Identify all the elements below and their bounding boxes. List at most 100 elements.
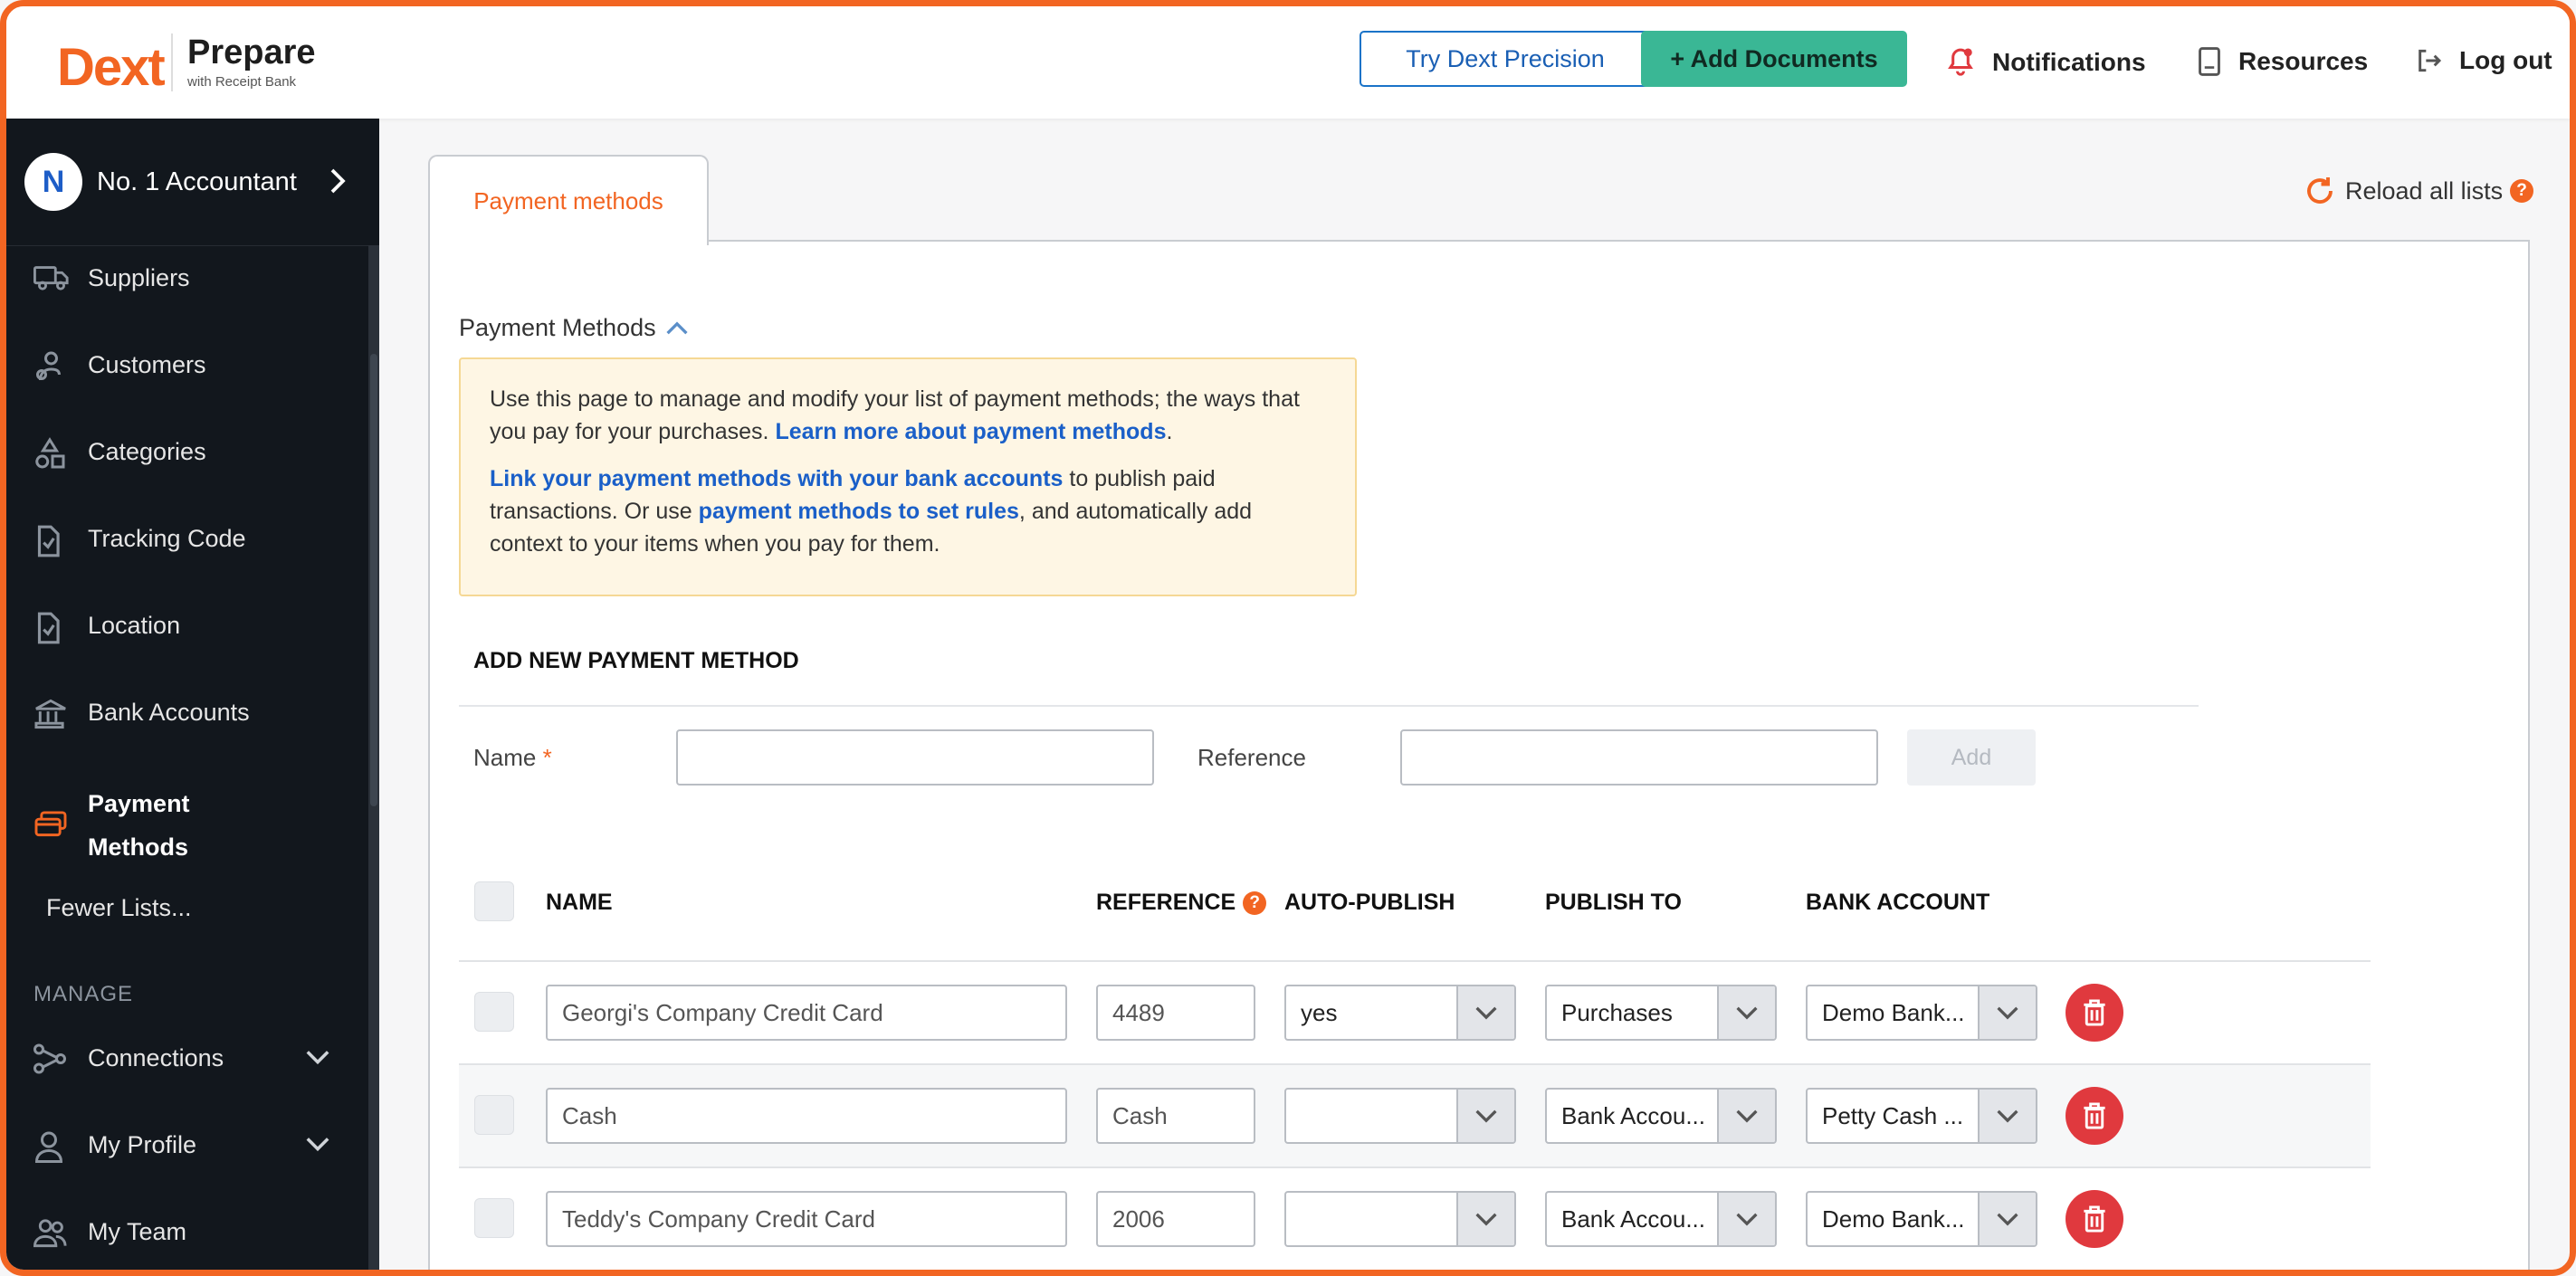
section-title: Payment Methods xyxy=(459,314,656,341)
avatar: N xyxy=(24,153,82,211)
product-tagline: with Receipt Bank xyxy=(187,74,297,90)
sidebar-item-my-profile[interactable]: My Profile xyxy=(6,1118,368,1172)
bank-account-value: Petty Cash ... xyxy=(1822,1101,1964,1129)
column-header-auto-publish[interactable]: AUTO-PUBLISH xyxy=(1284,890,1455,916)
clipboard-check-icon xyxy=(37,612,60,644)
publish-to-select[interactable]: Bank Accou... xyxy=(1545,1191,1777,1247)
add-documents-button[interactable]: + Add Documents xyxy=(1641,31,1907,87)
sidebar-item-categories[interactable]: Categories xyxy=(6,424,368,479)
delete-button[interactable] xyxy=(2066,1190,2123,1248)
resources-link[interactable]: Resources xyxy=(2197,46,2368,77)
logout-link[interactable]: Log out xyxy=(2414,46,2552,75)
chevron-down-icon xyxy=(1997,1109,2018,1123)
sidebar-item-connections[interactable]: Connections xyxy=(6,1031,368,1085)
row-reference-input[interactable]: 4489 xyxy=(1096,985,1255,1041)
sidebar-item-label: Payment Methods xyxy=(88,790,190,861)
logout-label: Log out xyxy=(2459,46,2552,74)
row-name-input[interactable]: Teddy's Company Credit Card xyxy=(546,1191,1067,1247)
info-text: . xyxy=(1166,419,1173,444)
dropdown-toggle[interactable] xyxy=(1717,986,1775,1039)
bank-account-select[interactable]: Petty Cash ... xyxy=(1806,1088,2037,1144)
account-switcher[interactable]: N No. 1 Accountant xyxy=(6,119,368,246)
sidebar-item-payment-methods[interactable]: Payment Methods xyxy=(6,776,368,875)
sidebar-item-my-team[interactable]: My Team xyxy=(6,1205,368,1259)
sidebar-scrollbar[interactable] xyxy=(368,245,379,1270)
try-dext-precision-button[interactable]: Try Dext Precision xyxy=(1360,31,1651,87)
fewer-lists-link[interactable]: Fewer Lists... xyxy=(6,881,368,935)
row-checkbox[interactable] xyxy=(474,992,514,1032)
row-name-input[interactable]: Georgi's Company Credit Card xyxy=(546,985,1067,1041)
sidebar-item-label: Connections xyxy=(88,1043,224,1071)
publish-to-value: Purchases xyxy=(1561,998,1673,1026)
publish-to-select[interactable]: Purchases xyxy=(1545,985,1777,1041)
chevron-right-icon xyxy=(330,168,346,194)
chevron-down-icon xyxy=(306,1138,329,1152)
select-all-checkbox[interactable] xyxy=(474,881,514,921)
sidebar-item-bank-accounts[interactable]: Bank Accounts xyxy=(6,685,368,739)
dropdown-toggle[interactable] xyxy=(1978,986,2036,1039)
dropdown-toggle[interactable] xyxy=(1978,1193,2036,1245)
column-header-bank-account[interactable]: BANK ACCOUNT xyxy=(1806,890,1989,916)
section-toggle[interactable]: Payment Methods xyxy=(459,314,689,342)
row-name-input[interactable]: Cash xyxy=(546,1088,1067,1144)
info-paragraph-1: Use this page to manage and modify your … xyxy=(490,383,1326,448)
sidebar-item-suppliers[interactable]: Suppliers xyxy=(6,251,368,305)
notifications-link[interactable]: Notifications xyxy=(1945,46,2146,79)
help-icon[interactable]: ? xyxy=(2510,179,2534,203)
top-bar: Dext Prepare with Receipt Bank Try Dext … xyxy=(6,6,2570,119)
auto-publish-select[interactable]: yes xyxy=(1284,985,1516,1041)
delete-button[interactable] xyxy=(2066,1087,2123,1145)
column-header-publish-to[interactable]: PUBLISH TO xyxy=(1545,890,1682,916)
column-header-name[interactable]: NAME xyxy=(546,890,613,916)
connections-icon xyxy=(33,1043,66,1074)
row-reference-input[interactable]: 2006 xyxy=(1096,1191,1255,1247)
chevron-down-icon xyxy=(1475,1109,1497,1123)
bank-account-select[interactable]: Demo Bank... xyxy=(1806,985,2037,1041)
reload-all-lists-link[interactable]: Reload all lists ? xyxy=(2304,175,2534,207)
logo-divider xyxy=(171,33,173,91)
customer-icon xyxy=(36,351,61,381)
sidebar-item-tracking-code[interactable]: Tracking Code xyxy=(6,511,368,566)
account-name: No. 1 Accountant xyxy=(97,167,297,196)
fewer-lists-label: Fewer Lists... xyxy=(46,893,192,921)
sidebar-item-label: Categories xyxy=(88,437,206,465)
name-input[interactable] xyxy=(676,729,1154,786)
dropdown-toggle[interactable] xyxy=(1456,986,1514,1039)
publish-to-select[interactable]: Bank Accou... xyxy=(1545,1088,1777,1144)
column-header-reference[interactable]: REFERENCE ? xyxy=(1096,890,1267,916)
dropdown-toggle[interactable] xyxy=(1717,1090,1775,1142)
auto-publish-select[interactable] xyxy=(1284,1191,1516,1247)
bank-account-select[interactable]: Demo Bank... xyxy=(1806,1191,2037,1247)
dropdown-toggle[interactable] xyxy=(1456,1193,1514,1245)
reload-label: Reload all lists xyxy=(2345,176,2504,205)
chevron-down-icon xyxy=(306,1051,329,1065)
dropdown-toggle[interactable] xyxy=(1717,1193,1775,1245)
bell-icon xyxy=(1948,48,1973,76)
chevron-down-icon xyxy=(1997,1213,2018,1226)
sidebar-item-location[interactable]: Location xyxy=(6,598,368,652)
learn-more-link[interactable]: Learn more about payment methods xyxy=(775,419,1166,444)
tab-payment-methods[interactable]: Payment methods xyxy=(428,155,709,245)
logout-icon xyxy=(2419,49,2442,72)
dropdown-toggle[interactable] xyxy=(1456,1090,1514,1142)
dropdown-toggle[interactable] xyxy=(1978,1090,2036,1142)
notifications-label: Notifications xyxy=(1992,48,2146,76)
link-bank-accounts-link[interactable]: Link your payment methods with your bank… xyxy=(490,466,1063,491)
dext-logo[interactable]: Dext xyxy=(57,37,166,98)
row-checkbox[interactable] xyxy=(474,1095,514,1135)
add-button[interactable]: Add xyxy=(1907,729,2036,786)
chevron-down-icon xyxy=(1997,1006,2018,1020)
row-checkbox[interactable] xyxy=(474,1198,514,1238)
chevron-down-icon xyxy=(1736,1109,1758,1123)
reference-label: Reference xyxy=(1197,744,1306,771)
row-reference-input[interactable]: Cash xyxy=(1096,1088,1255,1144)
delete-button[interactable] xyxy=(2066,984,2123,1042)
reference-input[interactable] xyxy=(1400,729,1878,786)
auto-publish-value: yes xyxy=(1301,998,1338,1026)
set-rules-link[interactable]: payment methods to set rules xyxy=(699,499,1019,524)
sidebar-item-label: Suppliers xyxy=(88,263,190,291)
help-icon[interactable]: ? xyxy=(1243,890,1267,915)
sidebar-item-customers[interactable]: Customers xyxy=(6,338,368,392)
scrollbar-thumb[interactable] xyxy=(370,354,377,806)
auto-publish-select[interactable] xyxy=(1284,1088,1516,1144)
